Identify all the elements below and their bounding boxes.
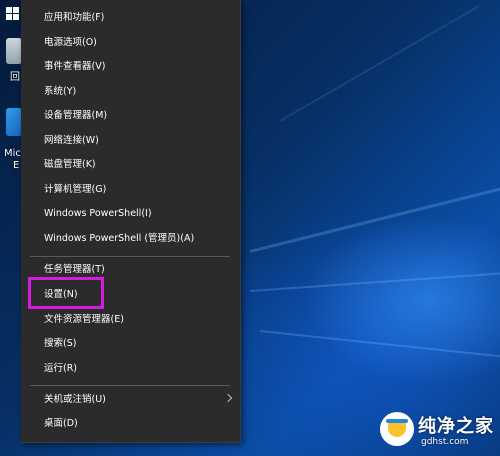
menu-item-powershell-admin[interactable]: Windows PowerShell (管理员)(A) (21, 227, 240, 251)
menu-item-event-viewer[interactable]: 事件查看器(V) (21, 55, 240, 79)
menu-item-power-options[interactable]: 电源选项(O) (21, 31, 240, 55)
menu-item-label: 设备管理器(M) (44, 110, 108, 121)
menu-item-label: 计算机管理(G) (44, 184, 107, 195)
desktop-icon-label: Mic (4, 148, 21, 159)
menu-item-label: 事件查看器(V) (44, 61, 106, 72)
menu-item-device-manager[interactable]: 设备管理器(M) (21, 104, 240, 128)
cup-logo-icon (380, 412, 414, 446)
menu-item-label: 系统(Y) (44, 86, 77, 97)
light-beam (249, 271, 500, 292)
menu-item-label: 搜索(S) (44, 338, 77, 349)
light-beam (259, 330, 500, 359)
menu-item-label: 网络连接(W) (44, 135, 99, 146)
watermark-logo: 纯净之家 gdhst.com (380, 408, 500, 456)
menu-item-label: Windows PowerShell(I) (44, 208, 152, 219)
menu-item-powershell[interactable]: Windows PowerShell(I) (21, 202, 240, 226)
menu-item-shutdown-signout[interactable]: 关机或注销(U) (21, 388, 240, 412)
menu-item-network-connections[interactable]: 网络连接(W) (21, 129, 240, 153)
settings-highlight-box (28, 277, 104, 309)
menu-item-label: 电源选项(O) (44, 37, 97, 48)
menu-separator (30, 256, 230, 257)
menu-item-disk-management[interactable]: 磁盘管理(K) (21, 153, 240, 177)
menu-item-file-explorer[interactable]: 文件资源管理器(E) (21, 308, 240, 332)
menu-item-label: 桌面(D) (44, 418, 78, 429)
winx-context-menu: 应用和功能(F) 电源选项(O) 事件查看器(V) 系统(Y) 设备管理器(M)… (21, 0, 241, 443)
menu-item-label: 任务管理器(T) (44, 264, 105, 275)
desktop-icon-label: 回 (10, 72, 20, 83)
menu-separator (30, 385, 230, 386)
menu-item-label: 关机或注销(U) (44, 394, 106, 405)
watermark-title: 纯净之家 (418, 416, 494, 437)
windows-logo-icon[interactable] (6, 7, 20, 21)
chevron-right-icon (223, 393, 233, 403)
menu-item-label: 运行(R) (44, 363, 78, 374)
edge-icon[interactable] (6, 108, 22, 136)
menu-item-apps-features[interactable]: 应用和功能(F) (21, 6, 240, 30)
menu-item-label: 应用和功能(F) (44, 12, 105, 23)
menu-item-label: Windows PowerShell (管理员)(A) (44, 233, 195, 244)
menu-item-computer-management[interactable]: 计算机管理(G) (21, 178, 240, 202)
desktop-icon-label: E (13, 160, 20, 171)
menu-item-run[interactable]: 运行(R) (21, 357, 240, 381)
menu-item-system[interactable]: 系统(Y) (21, 80, 240, 104)
menu-item-label: 磁盘管理(K) (44, 159, 96, 170)
menu-item-desktop[interactable]: 桌面(D) (21, 412, 240, 436)
recycle-bin-icon[interactable] (6, 38, 22, 64)
watermark-url: gdhst.com (421, 437, 469, 447)
light-beam (279, 5, 480, 122)
menu-item-label: 文件资源管理器(E) (44, 314, 124, 325)
light-beam (249, 187, 500, 253)
menu-item-search[interactable]: 搜索(S) (21, 332, 240, 356)
